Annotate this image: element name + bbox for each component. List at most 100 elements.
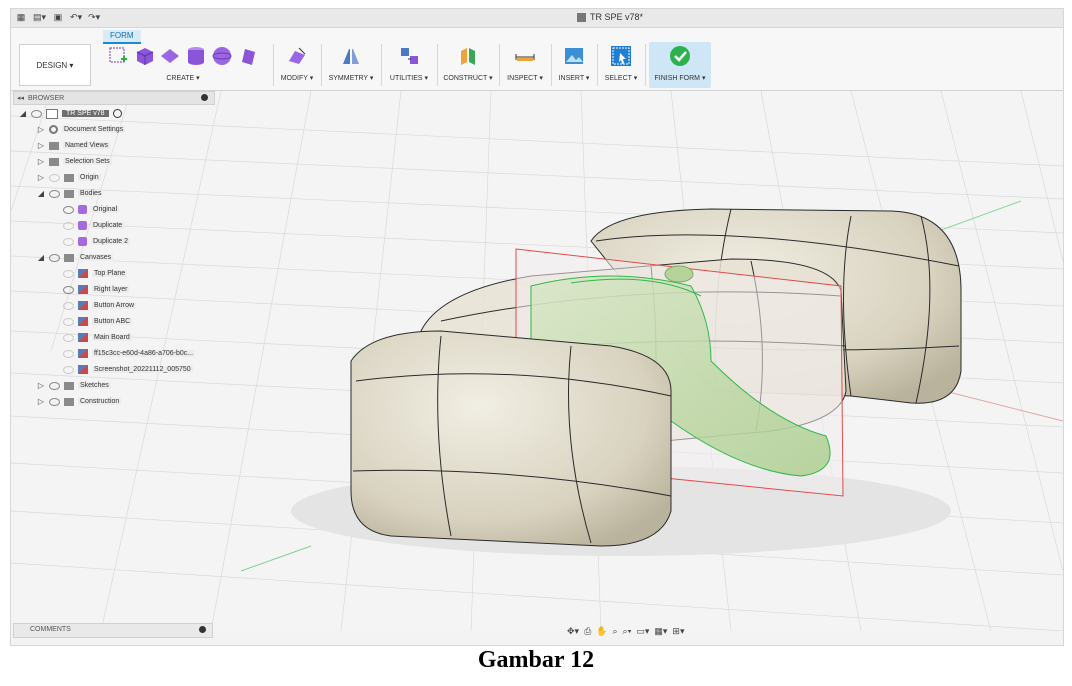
- collapsed-arrow-icon[interactable]: ▷: [37, 141, 45, 151]
- visibility-eye-icon[interactable]: [63, 221, 74, 230]
- browser-options-icon[interactable]: [201, 94, 208, 101]
- finish-form-button[interactable]: FINISH FORM ▾: [649, 74, 711, 82]
- expanded-arrow-icon[interactable]: ◢: [37, 189, 45, 199]
- utilities-menu[interactable]: UTILITIES ▾: [385, 74, 433, 82]
- browser-item-body-duplicate-2[interactable]: Duplicate 2: [63, 235, 131, 248]
- zoom-icon[interactable]: ⌕: [612, 626, 617, 637]
- collapsed-arrow-icon[interactable]: ▷: [37, 397, 45, 407]
- inspect-menu[interactable]: INSPECT ▾: [503, 74, 547, 82]
- measure-icon[interactable]: [514, 45, 536, 67]
- insert-menu[interactable]: INSERT ▾: [555, 74, 593, 82]
- collapse-icon[interactable]: ◂◂: [17, 94, 24, 102]
- browser-item-selection-sets[interactable]: ▷ Selection Sets: [37, 155, 112, 168]
- browser-item-canvas-main-board[interactable]: Main Board: [63, 331, 132, 344]
- visibility-eye-icon[interactable]: [49, 189, 60, 198]
- pan-hand-icon[interactable]: ✋: [596, 626, 607, 637]
- folder-icon: [49, 141, 59, 150]
- browser-item-label: Top Plane: [92, 270, 128, 277]
- expanded-arrow-icon[interactable]: ◢: [19, 109, 27, 119]
- grid-settings-icon[interactable]: ▦▾: [654, 626, 667, 637]
- select-menu[interactable]: SELECT ▾: [601, 74, 641, 82]
- comments-panel[interactable]: COMMENTS: [13, 623, 213, 638]
- cylinder-icon[interactable]: [185, 45, 207, 67]
- divider: [381, 44, 382, 86]
- create-menu[interactable]: CREATE ▾: [99, 74, 267, 82]
- collapsed-arrow-icon[interactable]: ▷: [37, 381, 45, 391]
- browser-item-named-views[interactable]: ▷ Named Views: [37, 139, 111, 152]
- visibility-eye-icon[interactable]: [63, 269, 74, 278]
- construct-menu[interactable]: CONSTRUCT ▾: [441, 74, 495, 82]
- browser-root[interactable]: ◢ TR SPE v78: [19, 107, 122, 120]
- browser-item-canvas-screenshot[interactable]: Screenshot_20221112_005750: [63, 363, 193, 376]
- browser-item-canvas-right-layer[interactable]: Right layer: [63, 283, 130, 296]
- collapsed-arrow-icon[interactable]: ▷: [37, 173, 45, 183]
- fit-zoom-icon[interactable]: ⌕▾: [623, 626, 632, 637]
- body-icon: [78, 205, 87, 214]
- symmetry-menu[interactable]: SYMMETRY ▾: [325, 74, 377, 82]
- collapsed-arrow-icon[interactable]: ▷: [37, 157, 45, 167]
- insert-image-icon[interactable]: [563, 45, 585, 67]
- look-at-icon[interactable]: ⎙: [584, 626, 591, 637]
- inspect-group: INSPECT ▾: [503, 42, 547, 88]
- browser-item-origin[interactable]: ▷ Origin: [37, 171, 101, 184]
- visibility-eye-icon[interactable]: [49, 397, 60, 406]
- browser-item-label: Button Arrow: [92, 302, 137, 309]
- construct-plane-icon[interactable]: [457, 45, 479, 67]
- activate-radio-icon[interactable]: [112, 109, 122, 118]
- visibility-eye-icon[interactable]: [63, 333, 74, 342]
- symmetry-icon[interactable]: [340, 45, 362, 67]
- expanded-arrow-icon[interactable]: ◢: [37, 253, 45, 263]
- workspace-switcher[interactable]: DESIGN ▾: [19, 44, 91, 86]
- visibility-eye-icon[interactable]: [63, 285, 74, 294]
- browser-item-label: Right layer: [92, 286, 130, 293]
- sphere-icon[interactable]: [211, 45, 233, 67]
- browser-item-canvases[interactable]: ◢ Canvases: [37, 251, 114, 264]
- viewports-icon[interactable]: ⊞▾: [672, 626, 684, 637]
- box-icon[interactable]: [133, 45, 155, 67]
- visibility-eye-icon[interactable]: [63, 349, 74, 358]
- redo-icon[interactable]: ↷▾: [88, 11, 100, 23]
- folder-icon: [49, 157, 59, 166]
- visibility-eye-icon[interactable]: [63, 301, 74, 310]
- visibility-eye-icon[interactable]: [49, 253, 60, 262]
- browser-item-sketches[interactable]: ▷ Sketches: [37, 379, 111, 392]
- browser-item-canvas-button-arrow[interactable]: Button Arrow: [63, 299, 137, 312]
- create-sketch-icon[interactable]: [107, 45, 129, 67]
- select-cursor-icon[interactable]: [610, 45, 632, 67]
- browser-item-canvas-button-abc[interactable]: Button ABC: [63, 315, 133, 328]
- browser-item-bodies[interactable]: ◢ Bodies: [37, 187, 104, 200]
- display-settings-icon[interactable]: ▭▾: [636, 626, 649, 637]
- browser-item-label: Duplicate: [91, 222, 125, 229]
- file-icon[interactable]: ▤▾: [33, 11, 46, 23]
- visibility-eye-icon[interactable]: [49, 173, 60, 182]
- visibility-eye-icon[interactable]: [63, 317, 74, 326]
- browser-header[interactable]: ◂◂ BROWSER: [13, 91, 215, 105]
- browser-item-document-settings[interactable]: ▷ Document Settings: [37, 123, 126, 136]
- plane-icon[interactable]: [159, 45, 181, 67]
- visibility-eye-icon[interactable]: [49, 381, 60, 390]
- visibility-eye-icon[interactable]: [63, 237, 74, 246]
- undo-icon[interactable]: ↶▾: [70, 11, 82, 23]
- document-title: TR SPE v78*: [577, 12, 643, 22]
- save-icon[interactable]: ▣: [52, 11, 64, 23]
- orbit-icon[interactable]: ✥▾: [567, 626, 579, 637]
- collapsed-arrow-icon[interactable]: ▷: [37, 125, 45, 135]
- utilities-icon[interactable]: [398, 45, 420, 67]
- browser-item-canvas-top-plane[interactable]: Top Plane: [63, 267, 128, 280]
- grid-icon[interactable]: ▦: [15, 11, 27, 23]
- browser-item-construction[interactable]: ▷ Construction: [37, 395, 122, 408]
- browser-item-canvas-ff15c3cc[interactable]: ff15c3cc-e60d-4a86-a706-b0c...: [63, 347, 196, 360]
- visibility-eye-icon[interactable]: [31, 109, 42, 118]
- symmetry-group: SYMMETRY ▾: [325, 42, 377, 88]
- divider: [273, 44, 274, 86]
- modify-menu[interactable]: MODIFY ▾: [277, 74, 317, 82]
- quadball-icon[interactable]: [237, 45, 259, 67]
- browser-item-body-duplicate[interactable]: Duplicate: [63, 219, 125, 232]
- edit-form-icon[interactable]: [286, 45, 308, 67]
- browser-item-body-original[interactable]: Original: [63, 203, 120, 216]
- select-group: SELECT ▾: [601, 42, 641, 88]
- comments-add-icon[interactable]: [199, 626, 206, 633]
- visibility-eye-icon[interactable]: [63, 205, 74, 214]
- visibility-eye-icon[interactable]: [63, 365, 74, 374]
- checkmark-icon[interactable]: [669, 45, 691, 67]
